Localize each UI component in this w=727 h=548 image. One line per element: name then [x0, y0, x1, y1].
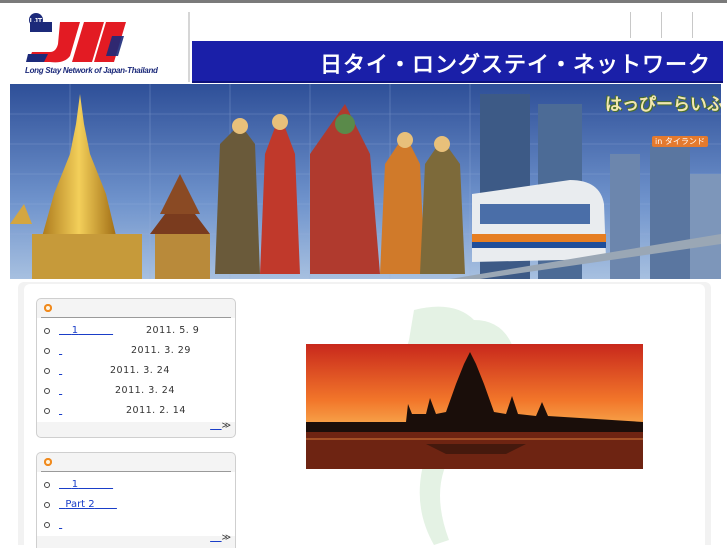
top-nav — [190, 12, 723, 40]
info-link[interactable]: 1 — [59, 479, 127, 490]
logo-caption: Long Stay Network of Japan-Thailand — [25, 66, 158, 75]
list-bullet-icon — [44, 368, 50, 374]
list-item: 1 2011. 5. 9 — [37, 322, 235, 342]
list-item: Part 2 — [37, 496, 235, 516]
news-box-header — [41, 299, 231, 318]
list-item: 2011. 3. 24 — [37, 382, 235, 402]
list-bullet-icon — [44, 328, 50, 334]
more-arrow-icon: ≫ — [221, 533, 231, 543]
list-item — [37, 516, 235, 536]
bullet-dot-icon — [44, 458, 52, 466]
news-link[interactable] — [59, 365, 95, 376]
list-item: 2011. 3. 24 — [37, 362, 235, 382]
list-item: 2011. 2. 14 — [37, 402, 235, 422]
news-list: 1 2011. 5. 9 2011. 3. 29 2011. 3. 24 201… — [37, 318, 235, 422]
list-bullet-icon — [44, 348, 50, 354]
site-title: 日タイ・ロングステイ・ネットワーク — [319, 53, 711, 78]
sunset-photo — [306, 344, 643, 469]
list-bullet-icon — [44, 482, 50, 488]
news-date: 2011. 3. 24 — [115, 385, 175, 396]
news-date: 2011. 3. 29 — [131, 345, 191, 356]
header-panel: 日タイ・ロングステイ・ネットワーク — [188, 12, 723, 83]
site-title-bar: 日タイ・ロングステイ・ネットワーク — [192, 41, 723, 83]
happy-life-badge: はっぴーらいふ — [605, 95, 721, 115]
more-arrow-icon: ≫ — [221, 421, 231, 431]
bullet-dot-icon — [44, 304, 52, 312]
content-inner: 1 2011. 5. 9 2011. 3. 29 2011. 3. 24 201… — [24, 284, 705, 548]
news-date: 2011. 2. 14 — [126, 405, 186, 416]
info-link[interactable] — [59, 519, 117, 530]
news-link[interactable] — [59, 405, 111, 416]
list-bullet-icon — [44, 522, 50, 528]
news-box: 1 2011. 5. 9 2011. 3. 29 2011. 3. 24 201… — [36, 298, 236, 438]
info-more-link[interactable]: ≫ — [210, 533, 231, 543]
news-link-text: 1 — [71, 325, 79, 336]
logo-mark-icon: LJT — [26, 13, 126, 63]
news-date: 2011. 3. 24 — [110, 365, 170, 376]
list-item: 2011. 3. 29 — [37, 342, 235, 362]
news-link[interactable] — [59, 385, 101, 396]
list-bullet-icon — [44, 502, 50, 508]
list-item: 1 — [37, 476, 235, 496]
list-bullet-icon — [44, 388, 50, 394]
news-more-link[interactable]: ≫ — [210, 421, 231, 431]
hero-banner: はっぴーらいふ in タイランド — [10, 84, 721, 279]
top-border — [0, 0, 727, 3]
info-box: 1 Part 2 ≫ — [36, 452, 236, 548]
nav-slot[interactable] — [692, 12, 723, 38]
nav-slot[interactable] — [661, 12, 692, 38]
happy-life-subtitle: in タイランド — [652, 136, 708, 147]
info-link-text: 1 — [71, 479, 79, 490]
news-link[interactable]: 1 — [59, 325, 129, 336]
site-logo[interactable]: LJT Long Stay Network of Japan-Thailand — [20, 12, 185, 82]
nav-slot[interactable] — [630, 12, 661, 38]
content-area: 1 2011. 5. 9 2011. 3. 29 2011. 3. 24 201… — [18, 282, 711, 548]
info-link[interactable]: Part 2 — [59, 499, 139, 510]
info-list: 1 Part 2 — [37, 472, 235, 536]
news-date: 2011. 5. 9 — [146, 325, 200, 336]
info-link-text: Part 2 — [65, 499, 95, 510]
news-link[interactable] — [59, 345, 117, 356]
info-box-header — [41, 453, 231, 472]
list-bullet-icon — [44, 408, 50, 414]
